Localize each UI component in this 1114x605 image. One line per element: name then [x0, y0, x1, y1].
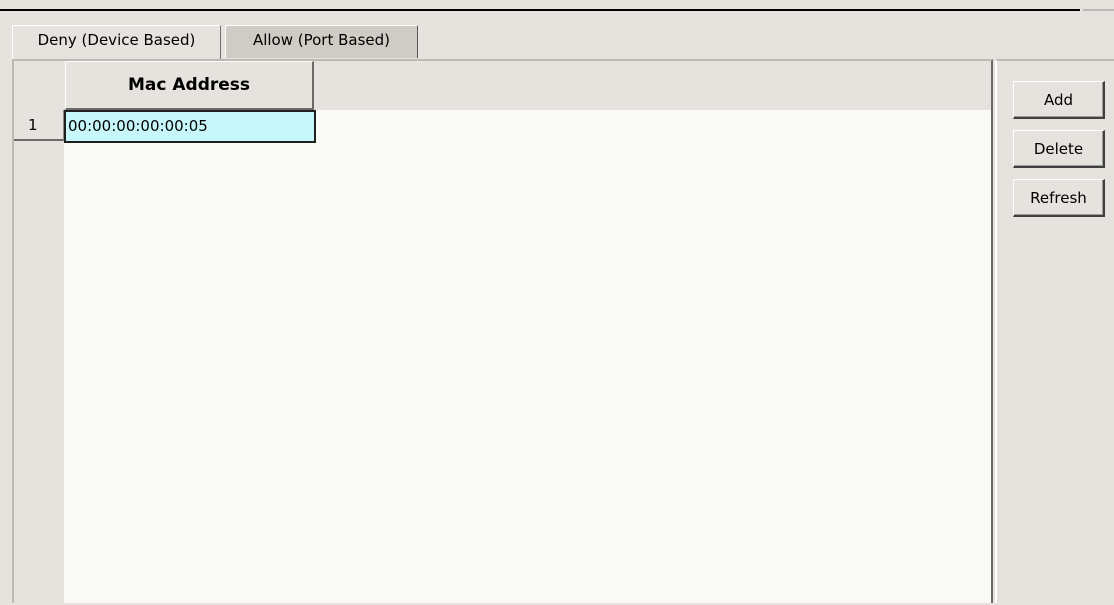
- tab-deny-device-based[interactable]: Deny (Device Based): [12, 25, 221, 59]
- tab-label: Allow (Port Based): [252, 31, 391, 49]
- column-header-mac-address[interactable]: Mac Address: [65, 61, 314, 110]
- add-button[interactable]: Add: [1013, 81, 1105, 119]
- tab-allow-port-based[interactable]: Allow (Port Based): [225, 25, 418, 58]
- row-header-gutter: [14, 110, 64, 605]
- refresh-button[interactable]: Refresh: [1013, 179, 1105, 217]
- action-button-panel: Add Delete Refresh: [995, 59, 1114, 603]
- top-divider: [0, 9, 1080, 11]
- top-divider-stub: [1083, 9, 1114, 11]
- row-header-1[interactable]: 1: [14, 110, 64, 141]
- tab-label: Deny (Device Based): [37, 31, 196, 49]
- table-corner-cell: [14, 61, 64, 110]
- delete-button[interactable]: Delete: [1013, 130, 1105, 168]
- mac-address-table: Mac Address 1 00:00:00:00:00:05: [12, 59, 993, 605]
- mac-address-cell[interactable]: 00:00:00:00:00:05: [64, 110, 316, 143]
